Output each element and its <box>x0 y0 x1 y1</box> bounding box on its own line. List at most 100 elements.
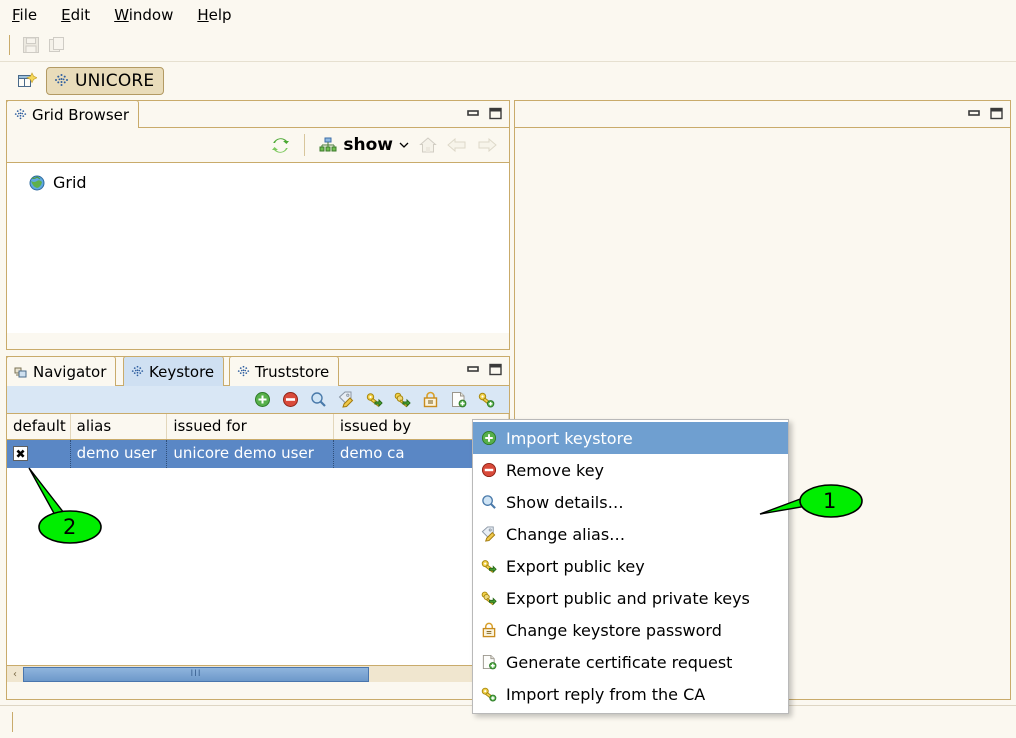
navigator-icon <box>14 365 28 379</box>
maximize-icon[interactable] <box>489 107 502 120</box>
keystore-view-buttons <box>467 363 502 376</box>
grid-browser-toolbar: show <box>7 128 509 163</box>
cell-default[interactable]: ✖ <box>7 440 71 468</box>
perspective-tab-unicore[interactable]: UNICORE <box>46 67 165 95</box>
keystore-tabrow: Navigator Keystore Truststore <box>6 356 509 386</box>
callout-2: 2 <box>25 466 135 551</box>
grid-browser-tabrow: Grid Browser <box>6 100 509 128</box>
export-public-private-keys-icon <box>480 589 498 607</box>
context-menu-item-export-public-and-private-keys[interactable]: Export public and private keys <box>473 582 788 614</box>
maximize-icon[interactable] <box>489 363 502 376</box>
status-bar-grip <box>12 712 15 732</box>
tab-keystore-label: Keystore <box>149 362 215 381</box>
home-icon[interactable] <box>419 136 437 154</box>
export-public-key-icon[interactable] <box>366 391 383 408</box>
globe-icon <box>29 175 45 191</box>
open-perspective-icon[interactable] <box>16 71 38 91</box>
import-reply-from-ca-icon <box>480 685 498 703</box>
cell-issued-for: unicore demo user <box>167 440 334 468</box>
minimize-icon[interactable] <box>467 363 480 376</box>
menu-item-edit[interactable]: Edit <box>58 4 93 26</box>
menu-edit-mnemonic: E <box>61 5 71 24</box>
menu-help-mnemonic: H <box>197 5 209 24</box>
context-menu-item-export-public-key[interactable]: Export public key <box>473 550 788 582</box>
minimize-icon[interactable] <box>968 107 981 120</box>
callout-1-label: 1 <box>823 489 837 513</box>
default-checkbox[interactable]: ✖ <box>13 446 28 461</box>
menu-help-rest: elp <box>208 5 232 24</box>
show-dropdown-label: show <box>343 135 393 155</box>
tree-item-grid[interactable]: Grid <box>29 173 509 192</box>
table-row[interactable]: ✖ demo user unicore demo user demo ca <box>7 440 510 468</box>
show-details-icon <box>480 493 498 511</box>
show-details-icon[interactable] <box>310 391 327 408</box>
application-window: File Edit Window Help UNICORE Grid Brows… <box>0 0 1016 738</box>
export-public-key-icon <box>480 557 498 575</box>
column-header-alias[interactable]: alias <box>71 414 168 439</box>
copy-icon[interactable] <box>44 33 70 57</box>
toolbar-separator <box>304 134 306 156</box>
scrollbar-thumb[interactable]: III <box>23 666 369 682</box>
tab-grid-browser[interactable]: Grid Browser <box>6 100 140 128</box>
context-menu-label: Change alias… <box>506 524 626 544</box>
context-menu-label: Generate certificate request <box>506 652 733 672</box>
column-header-default[interactable]: default <box>7 414 71 439</box>
chevron-down-icon <box>399 141 409 149</box>
context-menu-item-change-alias[interactable]: Change alias… <box>473 518 788 550</box>
arrow-right-icon[interactable] <box>477 137 497 153</box>
callout-2-label: 2 <box>63 515 77 539</box>
right-panel-view-buttons <box>968 107 1003 120</box>
tab-truststore[interactable]: Truststore <box>229 356 340 386</box>
tab-keystore[interactable]: Keystore <box>123 356 225 386</box>
menu-file-rest: ile <box>19 5 38 24</box>
menu-item-window[interactable]: Window <box>111 4 176 26</box>
context-menu-label: Import keystore <box>506 428 633 448</box>
maximize-icon[interactable] <box>990 107 1003 120</box>
callout-1: 1 <box>755 478 870 526</box>
remove-key-icon <box>480 461 498 479</box>
context-menu-item-remove-key[interactable]: Remove key <box>473 454 788 486</box>
tree-item-grid-label: Grid <box>53 173 87 192</box>
export-public-private-keys-icon[interactable] <box>394 391 411 408</box>
menu-file-mnemonic: F <box>12 5 20 24</box>
menu-item-help[interactable]: Help <box>194 4 234 26</box>
context-menu-item-import-reply-from-the-ca[interactable]: Import reply from the CA <box>473 678 788 710</box>
horizontal-scrollbar[interactable]: ‹ III <box>7 665 509 682</box>
change-keystore-password-icon <box>480 621 498 639</box>
perspective-bar: UNICORE <box>0 62 1016 100</box>
unicore-grid-icon <box>237 365 250 378</box>
scroll-left-arrow[interactable]: ‹ <box>7 667 23 682</box>
context-menu-label: Export public key <box>506 556 645 576</box>
grid-browser-tree[interactable]: Grid <box>7 163 509 333</box>
context-menu-item-show-details[interactable]: Show details… <box>473 486 788 518</box>
right-panel-tabrow <box>515 101 1010 128</box>
import-keystore-icon <box>480 429 498 447</box>
perspective-tab-label: UNICORE <box>75 70 155 91</box>
change-keystore-password-icon[interactable] <box>422 391 439 408</box>
menu-item-file[interactable]: File <box>9 4 40 26</box>
show-dropdown[interactable]: show <box>319 135 409 155</box>
menu-window-mnemonic: W <box>114 5 129 24</box>
minimize-icon[interactable] <box>467 107 480 120</box>
column-header-issued-for[interactable]: issued for <box>167 414 334 439</box>
change-alias-icon[interactable] <box>338 391 355 408</box>
tab-navigator[interactable]: Navigator <box>6 356 117 386</box>
context-menu-label: Change keystore password <box>506 620 722 640</box>
remove-key-icon[interactable] <box>282 391 299 408</box>
generate-certificate-request-icon <box>480 653 498 671</box>
main-toolbar <box>0 29 1016 62</box>
context-menu-item-change-keystore-password[interactable]: Change keystore password <box>473 614 788 646</box>
generate-certificate-request-icon[interactable] <box>450 391 467 408</box>
context-menu-item-import-keystore[interactable]: Import keystore <box>473 422 788 454</box>
import-reply-from-ca-icon[interactable] <box>478 391 495 408</box>
save-icon[interactable] <box>18 33 44 57</box>
refresh-icon[interactable] <box>271 136 290 155</box>
import-keystore-icon[interactable] <box>254 391 271 408</box>
grid-browser-view-buttons <box>467 107 502 120</box>
context-menu-label: Show details… <box>506 492 624 512</box>
context-menu-label: Export public and private keys <box>506 588 750 608</box>
context-menu-item-generate-certificate-request[interactable]: Generate certificate request <box>473 646 788 678</box>
arrow-left-icon[interactable] <box>447 137 467 153</box>
toolbar-grip[interactable] <box>9 35 12 55</box>
change-alias-icon <box>480 525 498 543</box>
